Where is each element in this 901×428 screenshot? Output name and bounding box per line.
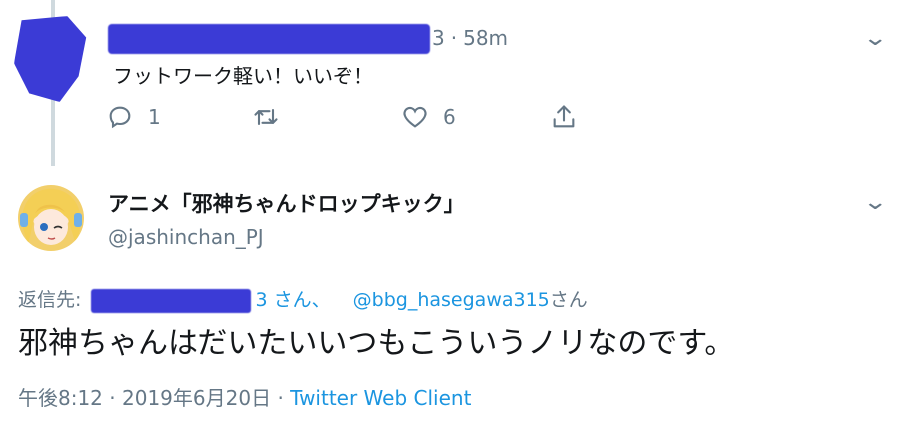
share-button[interactable]	[550, 103, 578, 131]
relative-time[interactable]: 58m	[463, 26, 508, 50]
share-icon	[553, 105, 575, 128]
tweet-date[interactable]: 2019年6月20日	[122, 386, 271, 410]
anime-avatar-image	[20, 188, 82, 245]
reply-suffix: さん	[549, 289, 588, 311]
avatar[interactable]	[18, 185, 84, 251]
redacted-reply-handle[interactable]	[91, 288, 252, 313]
reply-target-link[interactable]: @bbg_hasegawa315	[353, 289, 550, 311]
separator-dot: ·	[450, 26, 458, 50]
tweet1-timestamp[interactable]: 3 · 58m	[432, 26, 508, 50]
tweet1-text: フットワーク軽い！いいぞ！	[113, 64, 373, 88]
reply-icon	[109, 106, 131, 129]
reply-count: 1	[148, 105, 161, 129]
separator-dot: ·	[109, 386, 116, 410]
reply-prefix: 返信先:	[18, 289, 82, 311]
reply-mid: さん、	[273, 289, 331, 311]
redaction-fragment: 3	[432, 26, 445, 50]
tweet-time[interactable]: 午後8:12	[18, 386, 103, 410]
chevron-down-icon[interactable]: ⌄	[862, 190, 888, 215]
reply-button[interactable]: 1	[106, 103, 161, 131]
like-count: 6	[443, 105, 456, 129]
user-handle[interactable]: @jashinchan_PJ	[108, 225, 264, 249]
display-name[interactable]: アニメ「邪神ちゃんドロップキック」	[108, 188, 465, 218]
replying-to: 返信先: 3 さん、 @bbg_hasegawa315さん	[18, 285, 588, 313]
tweet2-text: 邪神ちゃんはだいたいいつもこういうノリなのです。	[18, 326, 735, 361]
separator-dot: ·	[277, 386, 284, 410]
redacted-avatar[interactable]	[14, 16, 87, 102]
like-button[interactable]: 6	[401, 103, 456, 131]
tweet-meta: 午後8:12 · 2019年6月20日 · Twitter Web Client	[18, 382, 471, 411]
retweet-icon	[254, 108, 278, 126]
redaction-fragment: 3	[255, 289, 268, 311]
chevron-down-icon[interactable]: ⌄	[862, 26, 888, 51]
retweet-button[interactable]	[252, 103, 294, 131]
like-icon	[403, 106, 427, 128]
client-link[interactable]: Twitter Web Client	[290, 386, 471, 410]
redacted-username[interactable]	[108, 24, 430, 54]
